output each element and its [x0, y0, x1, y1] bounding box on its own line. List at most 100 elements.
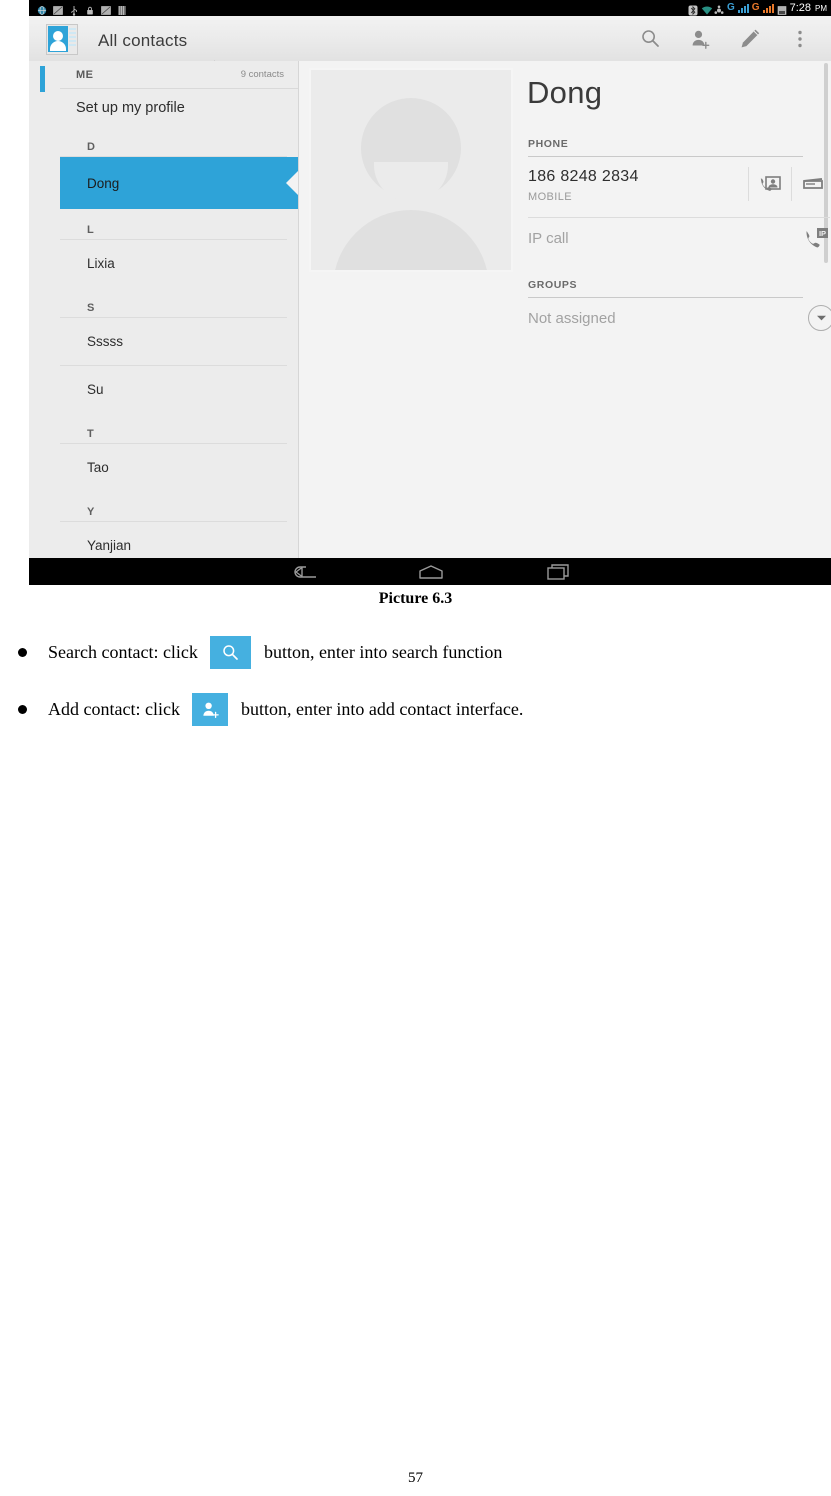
- overflow-menu-icon[interactable]: [775, 16, 825, 61]
- list-item-label: Dong: [87, 175, 120, 191]
- contact-detail-pane: Dong PHONE 186 8248 2834 MOBILE IP call …: [299, 61, 831, 558]
- message-icon[interactable]: [794, 167, 831, 201]
- chevron-down-circle-icon[interactable]: [808, 305, 831, 331]
- list-item-label: Lixia: [87, 256, 115, 271]
- navigation-bar: [29, 558, 831, 585]
- bluetooth-icon: [688, 3, 698, 15]
- add-contact-icon-button[interactable]: [192, 693, 229, 726]
- section-header-l: L: [60, 209, 287, 240]
- setup-my-profile-row[interactable]: Set up my profile: [60, 89, 298, 126]
- section-header-y: Y: [60, 491, 287, 522]
- contact-count: 9 contacts: [240, 69, 284, 80]
- add-contact-icon[interactable]: [675, 16, 725, 61]
- browser-icon: [37, 3, 47, 15]
- page-number: 57: [408, 1470, 423, 1486]
- lock-icon: [85, 3, 95, 14]
- list-item-sssss[interactable]: Sssss: [60, 318, 287, 366]
- ip-call-row[interactable]: IP call IP: [528, 224, 830, 264]
- video-call-icon[interactable]: [751, 167, 789, 201]
- list-item-label: Yanjian: [87, 538, 132, 553]
- edit-pencil-icon[interactable]: [725, 16, 775, 61]
- action-bar: All contacts: [29, 16, 831, 67]
- pane-indicator-tab[interactable]: [40, 66, 45, 92]
- status-bar-clock: 7:28: [789, 2, 811, 14]
- section-label: T: [87, 428, 94, 440]
- recents-button[interactable]: [529, 558, 589, 585]
- screenshot-icon: [53, 3, 63, 15]
- contact-avatar-placeholder[interactable]: [309, 68, 513, 272]
- contacts-app-icon[interactable]: [46, 24, 78, 55]
- screenshot-icon-2: [101, 3, 111, 15]
- phone-type-label: MOBILE: [528, 191, 572, 203]
- phone-row[interactable]: 186 8248 2834 MOBILE: [528, 165, 830, 218]
- section-header-t: T: [60, 413, 287, 444]
- group-row[interactable]: Not assigned: [528, 305, 831, 345]
- avatar-notch: [374, 162, 448, 202]
- content-area: ME 9 contacts Set up my profile D Dong L: [29, 61, 831, 558]
- groups-section-header: GROUPS: [528, 279, 803, 298]
- bullet-text-after: button, enter into search function: [259, 642, 503, 662]
- section-header-s: S: [60, 287, 287, 318]
- bullet-text-before: Search contact: click: [48, 642, 203, 662]
- contact-name: Dong: [527, 75, 603, 110]
- list-item-lixia[interactable]: Lixia: [60, 240, 287, 287]
- selection-notch-icon: [286, 170, 298, 196]
- usb-icon: [69, 3, 79, 16]
- group-value: Not assigned: [528, 310, 616, 327]
- divider: [748, 167, 749, 201]
- section-header-d: D: [60, 126, 287, 157]
- network-type-label-2: G: [751, 2, 760, 13]
- list-item-yanjian[interactable]: Yanjian: [60, 522, 287, 558]
- section-label: Y: [87, 506, 95, 518]
- avatar-shoulders: [333, 210, 489, 270]
- android-screenshot: G G 7:28 PM All contacts ME 9 contacts S…: [29, 0, 831, 585]
- section-label: S: [87, 302, 95, 314]
- bullet-dot-icon: [18, 648, 27, 657]
- list-item-label: Tao: [87, 460, 109, 475]
- phone-section-header: PHONE: [528, 138, 803, 157]
- list-item-su[interactable]: Su: [60, 366, 287, 413]
- page-title[interactable]: All contacts: [98, 31, 187, 51]
- wifi-icon: [701, 3, 713, 14]
- back-button[interactable]: [274, 558, 334, 585]
- action-bar-actions: [625, 16, 825, 61]
- network-type-label-1: G: [727, 2, 735, 13]
- figure-caption: Picture 6.3: [378, 590, 453, 607]
- phone-actions: [746, 167, 831, 201]
- app-icon-card: [48, 26, 68, 52]
- gps-icon: [714, 3, 724, 14]
- setup-my-profile-label: Set up my profile: [76, 99, 185, 116]
- me-label: ME: [76, 68, 94, 81]
- status-bar-right-icons: G G 7:28 PM: [688, 0, 827, 16]
- app-icon-body: [50, 41, 66, 51]
- search-icon[interactable]: [625, 16, 675, 61]
- search-icon-button[interactable]: [210, 636, 252, 669]
- status-bar-left-icons: [37, 0, 127, 16]
- me-header-row: ME 9 contacts: [60, 61, 298, 89]
- divider: [791, 167, 792, 201]
- signal-g-orange-icon: [762, 3, 774, 13]
- contact-list-pane[interactable]: ME 9 contacts Set up my profile D Dong L: [29, 61, 299, 558]
- instruction-list: Search contact: click button, enter into…: [0, 636, 831, 750]
- signal-g-blue-icon: [737, 3, 749, 13]
- section-label: L: [87, 224, 94, 236]
- list-item-dong[interactable]: Dong: [60, 157, 298, 209]
- status-bar-meridiem: PM: [815, 3, 827, 13]
- section-label: D: [87, 141, 95, 153]
- app-icon-lines: [69, 28, 76, 48]
- ip-call-icon[interactable]: IP: [802, 224, 831, 252]
- list-item-label: Su: [87, 382, 104, 397]
- contact-list: ME 9 contacts Set up my profile D Dong L: [60, 61, 298, 558]
- list-item: Search contact: click button, enter into…: [0, 636, 831, 669]
- list-item-label: Sssss: [87, 334, 124, 349]
- phone-number[interactable]: 186 8248 2834: [528, 168, 639, 186]
- svg-text:IP: IP: [819, 229, 826, 238]
- ip-call-label: IP call: [528, 230, 569, 247]
- app-icon-head: [53, 31, 63, 41]
- sim-icon: [117, 3, 127, 15]
- list-item-tao[interactable]: Tao: [60, 444, 287, 491]
- home-button[interactable]: [401, 558, 461, 585]
- bullet-text-before: Add contact: click: [48, 699, 185, 719]
- bullet-dot-icon: [18, 705, 27, 714]
- list-item: Add contact: click button, enter into ad…: [0, 693, 831, 726]
